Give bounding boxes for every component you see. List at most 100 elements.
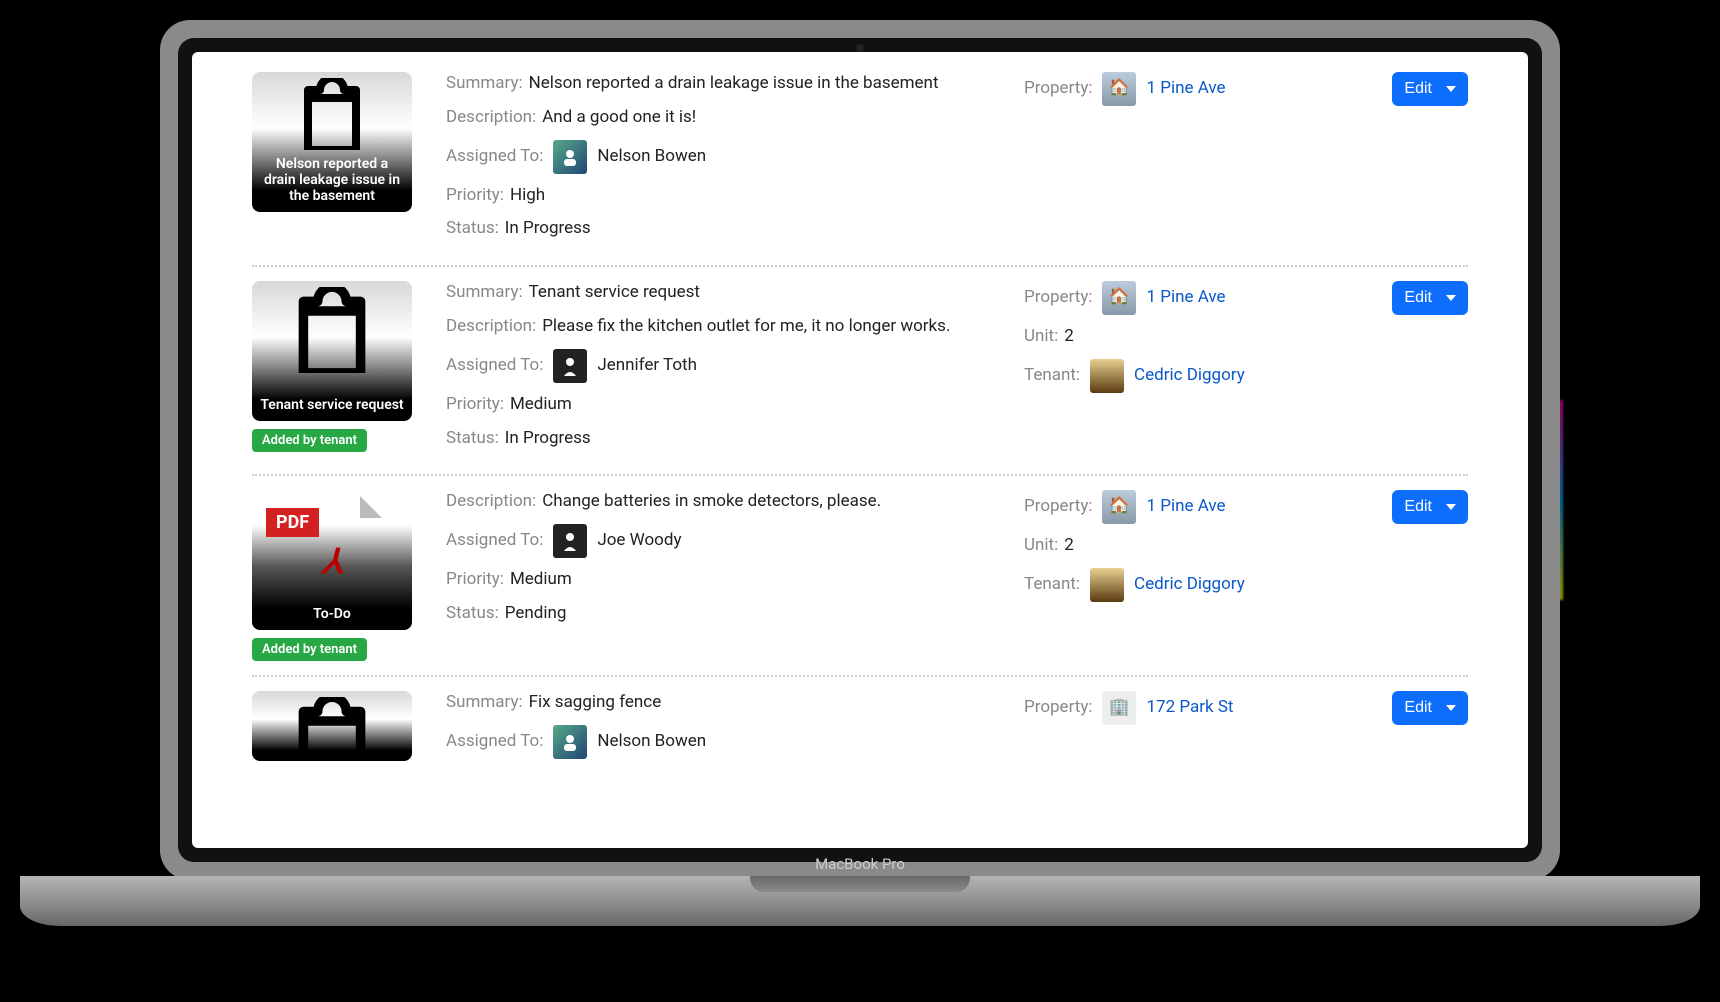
chevron-down-icon <box>1446 504 1456 510</box>
tenant-avatar[interactable] <box>1090 568 1124 602</box>
ticket-thumbnail[interactable]: Tenant service request <box>252 281 412 421</box>
priority-value: Medium <box>510 568 572 592</box>
unit-value: 2 <box>1064 325 1074 349</box>
ticket-actions: Edit <box>1348 281 1468 460</box>
assignee-avatar[interactable] <box>553 524 587 558</box>
unit-label: Unit: <box>1024 534 1058 558</box>
ticket-details: Description: Change batteries in smoke d… <box>446 490 1000 661</box>
screen-bezel: Nelson reported a drain leakage issue in… <box>178 38 1542 862</box>
clipboard-icon <box>290 78 374 150</box>
tenant-link[interactable]: Cedric Diggory <box>1134 364 1245 388</box>
thumbnail-caption: Nelson reported a drain leakage issue in… <box>260 156 404 204</box>
app-screen: Nelson reported a drain leakage issue in… <box>192 52 1528 848</box>
ticket-thumbnail[interactable] <box>252 691 412 761</box>
ticket-thumbnail[interactable]: Nelson reported a drain leakage issue in… <box>252 72 412 212</box>
ticket-row: Summary: Fix sagging fence Assigned To: … <box>252 675 1468 783</box>
clipboard-icon <box>282 287 382 373</box>
assigned-to-value: Jennifer Toth <box>597 354 697 378</box>
priority-value: High <box>510 184 545 208</box>
edit-button[interactable]: Edit <box>1392 490 1468 524</box>
pdf-icon: ⅄ <box>322 542 343 582</box>
ticket-meta: Property: 🏢 172 Park St <box>1024 691 1324 769</box>
description-label: Description: <box>446 315 536 339</box>
property-link[interactable]: 1 Pine Ave <box>1146 286 1225 310</box>
property-label: Property: <box>1024 77 1092 101</box>
ticket-details: Summary: Fix sagging fence Assigned To: … <box>446 691 1000 769</box>
priority-label: Priority: <box>446 393 504 417</box>
assigned-to-label: Assigned To: <box>446 354 543 378</box>
assigned-to-label: Assigned To: <box>446 730 543 754</box>
priority-label: Priority: <box>446 568 504 592</box>
clipboard-icon <box>282 697 382 757</box>
priority-value: Medium <box>510 393 572 417</box>
ticket-row: PDF ⅄ To-Do Added by tenant Description:… <box>252 474 1468 675</box>
edit-button[interactable]: Edit <box>1392 281 1468 315</box>
assigned-to-label: Assigned To: <box>446 529 543 553</box>
status-value: In Progress <box>505 427 591 451</box>
property-link[interactable]: 172 Park St <box>1146 696 1233 720</box>
tenant-label: Tenant: <box>1024 573 1080 597</box>
ticket-thumbnail-wrap: Nelson reported a drain leakage issue in… <box>252 72 422 251</box>
tenant-avatar[interactable] <box>1090 359 1124 393</box>
ticket-row: Tenant service request Added by tenant S… <box>252 265 1468 474</box>
laptop-frame: Nelson reported a drain leakage issue in… <box>160 20 1560 880</box>
ticket-row: Nelson reported a drain leakage issue in… <box>252 72 1468 265</box>
ticket-thumbnail-wrap <box>252 691 422 769</box>
camera-icon <box>856 44 864 52</box>
property-link[interactable]: 1 Pine Ave <box>1146 495 1225 519</box>
edit-button-label: Edit <box>1404 289 1432 307</box>
priority-label: Priority: <box>446 184 504 208</box>
edit-button-label: Edit <box>1404 80 1432 98</box>
property-avatar[interactable]: 🏢 <box>1102 691 1136 725</box>
added-by-tenant-badge: Added by tenant <box>252 429 367 452</box>
ticket-actions: Edit <box>1348 72 1468 251</box>
assignee-avatar[interactable] <box>553 349 587 383</box>
description-value: And a good one it is! <box>542 106 696 130</box>
laptop-notch <box>750 876 970 892</box>
ticket-thumbnail[interactable]: PDF ⅄ To-Do <box>252 490 412 630</box>
summary-value: Fix sagging fence <box>529 691 662 715</box>
ticket-actions: Edit <box>1348 490 1468 661</box>
ticket-details: Summary: Tenant service request Descript… <box>446 281 1000 460</box>
description-label: Description: <box>446 490 536 514</box>
property-avatar[interactable]: 🏠 <box>1102 281 1136 315</box>
assigned-to-value: Nelson Bowen <box>597 730 706 754</box>
status-label: Status: <box>446 217 499 241</box>
ticket-actions: Edit <box>1348 691 1468 769</box>
chevron-down-icon <box>1446 705 1456 711</box>
thumbnail-caption: To-Do <box>313 606 351 622</box>
assigned-to-value: Nelson Bowen <box>597 145 706 169</box>
thumbnail-caption: Tenant service request <box>260 397 403 413</box>
ticket-thumbnail-wrap: Tenant service request Added by tenant <box>252 281 422 460</box>
tenant-link[interactable]: Cedric Diggory <box>1134 573 1245 597</box>
summary-label: Summary: <box>446 72 523 96</box>
ticket-details: Summary: Nelson reported a drain leakage… <box>446 72 1000 251</box>
description-label: Description: <box>446 106 536 130</box>
property-avatar[interactable]: 🏠 <box>1102 490 1136 524</box>
status-value: Pending <box>505 602 567 626</box>
property-avatar[interactable]: 🏠 <box>1102 72 1136 106</box>
summary-label: Summary: <box>446 281 523 305</box>
status-label: Status: <box>446 602 499 626</box>
assignee-avatar[interactable] <box>553 725 587 759</box>
status-value: In Progress <box>505 217 591 241</box>
property-link[interactable]: 1 Pine Ave <box>1146 77 1225 101</box>
property-label: Property: <box>1024 696 1092 720</box>
added-by-tenant-badge: Added by tenant <box>252 638 367 661</box>
edit-button[interactable]: Edit <box>1392 691 1468 725</box>
summary-value: Nelson reported a drain leakage issue in… <box>529 72 939 96</box>
edit-button-label: Edit <box>1404 699 1432 717</box>
ticket-thumbnail-wrap: PDF ⅄ To-Do Added by tenant <box>252 490 422 661</box>
description-value: Please fix the kitchen outlet for me, it… <box>542 315 950 339</box>
device-label: MacBook Pro <box>815 855 905 873</box>
laptop-base <box>20 876 1700 926</box>
assignee-avatar[interactable] <box>553 140 587 174</box>
summary-label: Summary: <box>446 691 523 715</box>
ticket-meta: Property: 🏠 1 Pine Ave <box>1024 72 1324 251</box>
edit-button[interactable]: Edit <box>1392 72 1468 106</box>
unit-value: 2 <box>1064 534 1074 558</box>
chevron-down-icon <box>1446 86 1456 92</box>
pdf-badge: PDF <box>266 508 319 537</box>
property-label: Property: <box>1024 286 1092 310</box>
tenant-label: Tenant: <box>1024 364 1080 388</box>
